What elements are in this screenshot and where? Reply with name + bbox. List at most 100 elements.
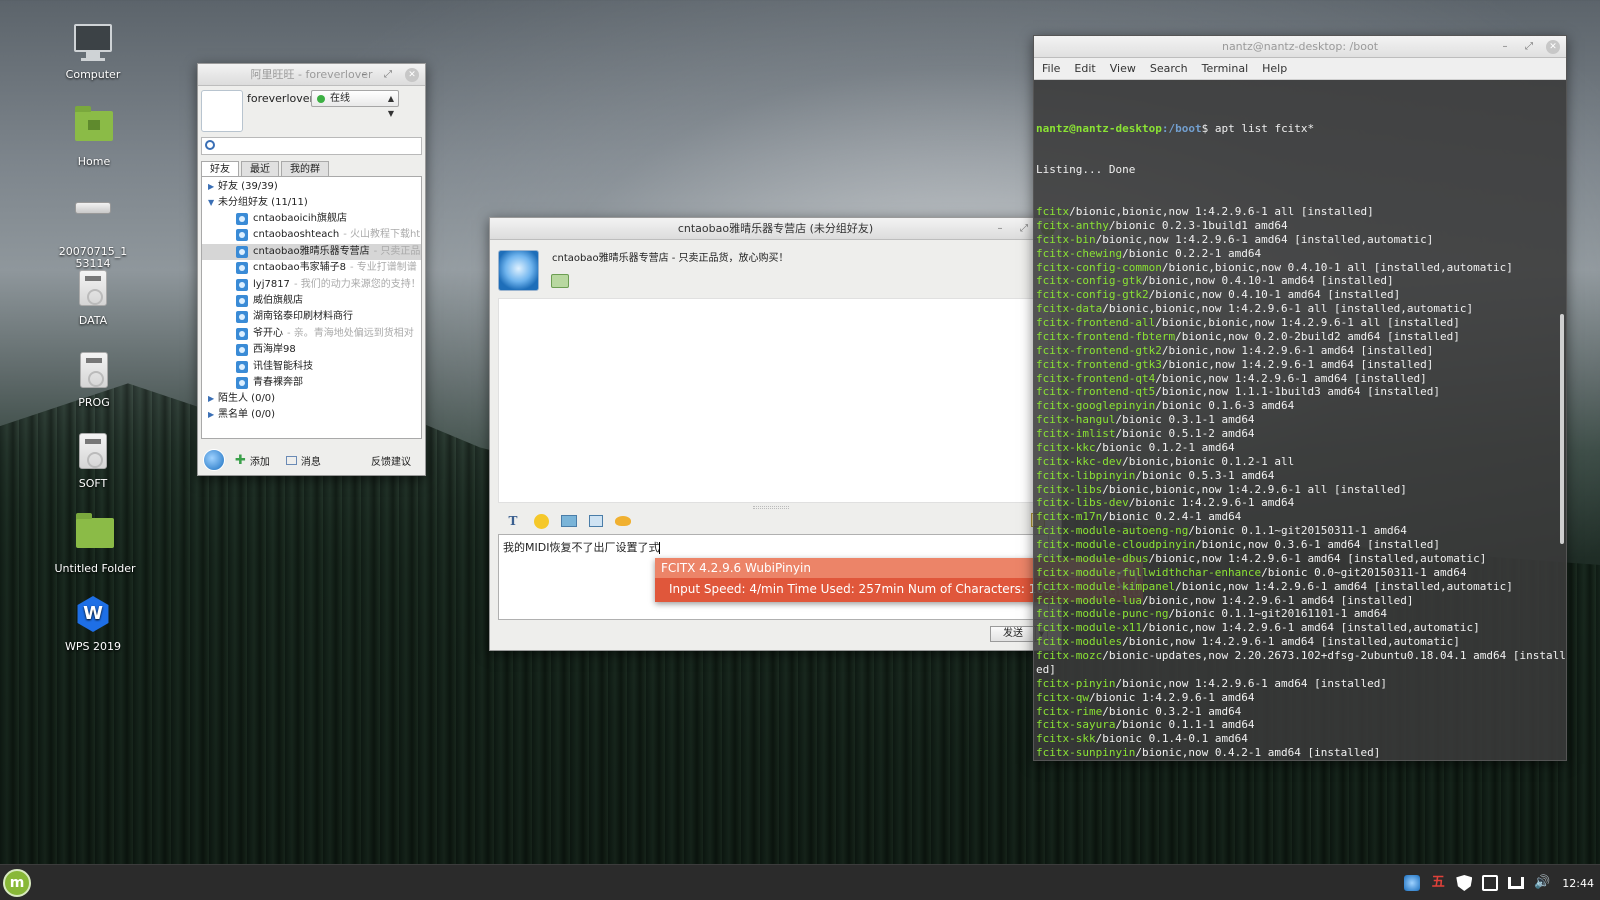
contact-item[interactable]: 青春裸奔部 [202,375,421,391]
package-name: fcitx-rime [1036,704,1103,718]
package-info: /bionic,now 1:4.2.9.6-1 amd64 [installed… [1109,760,1447,761]
chat-partner-avatar[interactable] [498,250,539,291]
volume-icon[interactable]: 🔊 [1534,875,1550,891]
profile-area: foreverlover 在线 ▲ ▼ [198,86,425,134]
window-title: cntaobao雅晴乐器专营店 (未分组好友) [677,222,874,235]
output-line: fcitx-frontend-qt4/bionic,now 1:4.2.9.6-… [1036,372,1566,386]
maximize-button[interactable]: ⤢ [1522,40,1536,54]
terminal-titlebar[interactable]: nantz@nantz-desktop: /boot – ⤢ ✕ [1034,36,1566,58]
package-name: fcitx-kkc-dev [1036,454,1123,468]
menu-terminal[interactable]: Terminal [1202,62,1249,75]
shop-icon[interactable] [551,274,569,288]
contact-item[interactable]: cntaobaoshteach - 火山教程下载ht [202,227,421,243]
package-name: fcitx-chewing [1036,246,1123,260]
desktop-icon-computer[interactable]: Computer [48,24,138,81]
font-icon[interactable]: T [504,513,522,529]
aliww-tray-icon[interactable] [1404,875,1421,891]
chat-history[interactable] [498,298,1049,503]
terminal-scrollbar[interactable] [1560,314,1564,544]
add-contact-button[interactable]: ✚ 添加 [235,453,270,468]
screenshot-icon[interactable] [589,515,603,527]
pane-splitter[interactable] [753,506,789,509]
clipboard-icon[interactable] [1482,875,1499,891]
tab-friends[interactable]: 好友 [201,161,239,176]
minimize-button[interactable]: – [357,68,371,82]
contact-item[interactable]: cntaobaoicih旗舰店 [202,211,421,227]
contact-item[interactable]: cntaobao韦家辅子8- 专业打谱制谱 [202,260,421,276]
package-info: /bionic,now 1:4.2.9.6-1 amd64 [installed… [1095,232,1434,246]
package-name: fcitx-libs-dev [1036,496,1129,510]
group-ungrouped[interactable]: ▼ 未分组好友 (11/11) [202,195,421,211]
aliww-logo-icon[interactable] [203,449,225,471]
maximize-button[interactable]: ⤢ [1017,222,1031,236]
tab-groups[interactable]: 我的群 [281,161,329,176]
minimize-button[interactable]: – [993,222,1007,236]
taskbar: m 五 🔊 12:44 [0,864,1600,900]
contact-item[interactable]: 西海岸98 [202,342,421,358]
close-button[interactable]: ✕ [1546,40,1560,54]
avatar[interactable] [201,90,243,132]
messages-button[interactable]: 消息 [285,453,321,468]
contact-signature: - 我们的动力来源您的支持！ [293,278,421,290]
terminal-output[interactable]: nantz@nantz-desktop:/boot$ apt list fcit… [1034,80,1566,761]
feedback-link[interactable]: 反馈建议 [371,453,411,468]
tab-recent[interactable]: 最近 [241,161,279,176]
disk-icon [73,433,113,473]
contact-item-selected[interactable]: cntaobao雅晴乐器专营店 - 只卖正品 [202,243,421,261]
shake-icon[interactable] [615,516,631,526]
updown-arrow-icon: ▲ ▼ [387,94,394,118]
menu-help[interactable]: Help [1262,62,1287,75]
package-info: /bionic 0.5.1-2 amd64 [1115,427,1255,440]
desktop-icon-data[interactable]: DATA [48,268,138,327]
menu-file[interactable]: File [1042,62,1060,75]
group-strangers[interactable]: ▶ 陌生人 (0/0) [202,391,421,407]
menu-edit[interactable]: Edit [1074,62,1095,75]
mint-menu-icon[interactable]: m [3,869,31,897]
contact-item[interactable]: 讯佳智能科技 [202,359,421,375]
clock[interactable]: 12:44 [1562,877,1594,890]
contact-item[interactable]: lyj7817- 我们的动力来源您的支持！ [202,277,421,293]
output-line: fcitx-bin/bionic,now 1:4.2.9.6-1 amd64 [… [1036,233,1566,247]
contact-search-input[interactable] [201,137,422,155]
desktop-icon-wps[interactable]: W WPS 2019 [48,594,138,653]
package-info: /bionic 0.2.4-1 amd64 [1102,510,1242,524]
send-image-icon[interactable] [561,515,577,527]
status-dropdown[interactable]: 在线 ▲ ▼ [311,90,399,118]
aliww-titlebar[interactable]: 阿里旺旺 - foreverlover – ⤢ ✕ [198,64,425,86]
group-friends[interactable]: ▶ 好友 (39/39) [202,179,421,195]
output-line: fcitx-chewing/bionic 0.2.2-1 amd64 [1036,247,1566,261]
contact-item[interactable]: 威伯旗舰店 [202,293,421,309]
desktop-icon-prog[interactable]: PROG [49,350,139,409]
package-info: /bionic 0.3.2-1 amd64 [1102,704,1242,718]
emoticon-icon[interactable] [534,513,549,529]
shield-icon[interactable] [1456,875,1473,891]
search-icon [205,140,215,150]
desktop-icon-drive[interactable]: 20070715_153114 [48,186,138,270]
menu-view[interactable]: View [1110,62,1136,75]
output-line: fcitx-modules/bionic,now 1:4.2.9.6-1 amd… [1036,635,1566,649]
menu-search[interactable]: Search [1150,62,1188,75]
package-info: /bionic,now 1.1.1-1build3 amd64 [install… [1155,385,1440,399]
package-info: /bionic,now 0.4.2-1 amd64 [installed] [1135,746,1381,760]
desktop-icon-home[interactable]: Home [49,105,139,168]
chat-titlebar[interactable]: cntaobao雅晴乐器专营店 (未分组好友) – ⤢ ✕ [490,218,1061,240]
desktop-icon-untitled-folder[interactable]: Untitled Folder [50,512,140,575]
network-icon[interactable] [1508,877,1525,889]
package-info: /bionic,bionic 0.1.2-1 all [1122,454,1295,468]
contact-avatar-icon [236,376,248,389]
contact-avatar-icon [236,344,248,357]
output-line: fcitx-libpinyin/bionic 0.5.3-1 amd64 [1036,469,1566,483]
package-info: /bionic 0.1.1~git20150311-1 amd64 [1188,524,1407,538]
package-info: /bionic,now 1:4.2.9.6-1 amd64 [installed… [1155,371,1427,385]
terminal-menubar: File Edit View Search Terminal Help [1034,58,1566,80]
package-info: /bionic 0.1.1~git20161101-1 amd64 [1168,607,1387,621]
minimize-button[interactable]: – [1498,40,1512,54]
desktop-icon-soft[interactable]: SOFT [48,431,138,490]
contact-item[interactable]: 爷开心 - 亲。青海地处偏远到货相对 [202,326,421,342]
group-blacklist[interactable]: ▶ 黑名单 (0/0) [202,407,421,423]
input-method-tray-icon[interactable]: 五 [1430,875,1446,891]
close-button[interactable]: ✕ [405,68,419,82]
maximize-button[interactable]: ⤢ [381,68,395,82]
output-line: fcitx-module-punc-ng/bionic 0.1.1~git201… [1036,607,1566,621]
contact-item[interactable]: 湖南铭泰印刷材料商行 [202,309,421,325]
